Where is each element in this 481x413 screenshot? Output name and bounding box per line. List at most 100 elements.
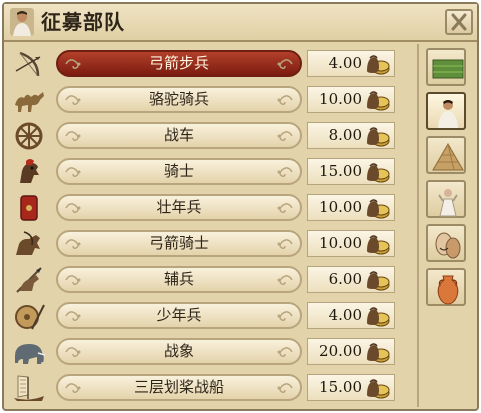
divider [417, 44, 419, 407]
ornament-icon [277, 131, 293, 141]
unit-list: 弓箭步兵 4.00 骆驼骑兵 10.00 战车 8.00 骑士 15.00 壮年兵 10.00 弓箭… [10, 48, 414, 406]
ship-icon [14, 375, 44, 401]
ornament-icon [65, 131, 81, 141]
unit-button[interactable]: 三层划桨战船 [56, 374, 302, 401]
unit-row: 战象 20.00 [10, 336, 414, 368]
tab-priest[interactable] [426, 180, 466, 218]
unit-button[interactable]: 壮年兵 [56, 194, 302, 221]
unit-button[interactable]: 战象 [56, 338, 302, 365]
field-icon [432, 59, 464, 79]
unit-button[interactable]: 弓箭骑士 [56, 230, 302, 257]
ornament-icon [277, 275, 293, 285]
ornament-icon [277, 347, 293, 357]
knight-icon [20, 159, 39, 183]
unit-cost: 15.00 [319, 162, 362, 180]
cost-display: 10.00 [307, 194, 395, 221]
unit-row: 骑士 15.00 [10, 156, 414, 188]
close-button[interactable] [445, 9, 473, 35]
unit-row: 辅兵 6.00 [10, 264, 414, 296]
money-bag-icon [367, 55, 390, 75]
money-bag-icon [367, 343, 390, 363]
tab-pyramid[interactable] [426, 136, 466, 174]
unit-cost: 8.00 [328, 126, 362, 144]
ornament-icon [65, 95, 81, 105]
unit-name: 弓箭步兵 [148, 54, 209, 72]
ornament-icon [65, 239, 81, 249]
unit-cost: 4.00 [328, 54, 362, 72]
unit-row: 战车 8.00 [10, 120, 414, 152]
tab-masks[interactable] [426, 224, 466, 262]
unit-name: 壮年兵 [156, 198, 202, 216]
auxiliary-icon [16, 267, 42, 293]
unit-name: 少年兵 [156, 306, 202, 324]
ornament-icon [65, 203, 81, 213]
window-title: 征募部队 [41, 10, 125, 34]
money-bag-icon [367, 307, 390, 327]
money-bag-icon [367, 199, 390, 219]
round-shield-icon [15, 304, 45, 330]
tab-citizen[interactable] [426, 92, 466, 130]
unit-name: 战车 [163, 126, 194, 144]
camel-icon [15, 92, 44, 112]
unit-name: 三层划桨战船 [133, 378, 224, 396]
money-bag-icon [367, 271, 390, 291]
bow-icon [15, 51, 41, 77]
ornament-icon [277, 203, 293, 213]
unit-row: 少年兵 4.00 [10, 300, 414, 332]
pyramid-icon [432, 142, 464, 171]
unit-button[interactable]: 骑士 [56, 158, 302, 185]
unit-cost: 10.00 [319, 90, 362, 108]
citizen-icon [438, 100, 458, 128]
unit-name: 弓箭骑士 [148, 234, 209, 252]
unit-row: 壮年兵 10.00 [10, 192, 414, 224]
unit-cost: 10.00 [319, 198, 362, 216]
cost-display: 15.00 [307, 374, 395, 401]
cost-display: 4.00 [307, 50, 395, 77]
cost-display: 8.00 [307, 122, 395, 149]
unit-cost: 10.00 [319, 234, 362, 252]
masks-icon [435, 232, 461, 259]
priest-icon [438, 189, 458, 217]
cost-display: 4.00 [307, 302, 395, 329]
horse-archer-icon [16, 231, 40, 255]
tab-field[interactable] [426, 48, 466, 86]
close-icon [451, 13, 467, 31]
tab-amphora[interactable] [426, 268, 466, 306]
unit-cost: 4.00 [328, 306, 362, 324]
ornament-icon [277, 59, 293, 69]
unit-button[interactable]: 辅兵 [56, 266, 302, 293]
unit-cost: 20.00 [319, 342, 362, 360]
ornament-icon [277, 383, 293, 393]
unit-name: 骑士 [163, 162, 194, 180]
cost-display: 6.00 [307, 266, 395, 293]
ornament-icon [277, 311, 293, 321]
unit-button[interactable]: 骆驼骑兵 [56, 86, 302, 113]
ornament-icon [277, 239, 293, 249]
unit-cost: 6.00 [328, 270, 362, 288]
cost-display: 10.00 [307, 230, 395, 257]
cost-display: 15.00 [307, 158, 395, 185]
unit-row: 骆驼骑兵 10.00 [10, 84, 414, 116]
ornament-icon [65, 311, 81, 321]
unit-button[interactable]: 弓箭步兵 [56, 50, 302, 77]
unit-row: 三层划桨战船 15.00 [10, 372, 414, 404]
chariot-wheel-icon [15, 122, 43, 150]
title-bar: 征募部队 [4, 4, 477, 42]
advisor-icon [10, 8, 34, 36]
cost-display: 20.00 [307, 338, 395, 365]
unit-button[interactable]: 少年兵 [56, 302, 302, 329]
money-bag-icon [367, 163, 390, 183]
money-bag-icon [367, 235, 390, 255]
ornament-icon [65, 347, 81, 357]
unit-name: 辅兵 [163, 270, 194, 288]
unit-button[interactable]: 战车 [56, 122, 302, 149]
amphora-icon [437, 275, 459, 305]
unit-name: 战象 [163, 342, 194, 360]
unit-name: 骆驼骑兵 [148, 90, 209, 108]
elephant-icon [15, 344, 46, 364]
money-bag-icon [367, 379, 390, 399]
unit-row: 弓箭步兵 4.00 [10, 48, 414, 80]
ornament-icon [65, 167, 81, 177]
ornament-icon [65, 59, 81, 69]
ornament-icon [277, 95, 293, 105]
